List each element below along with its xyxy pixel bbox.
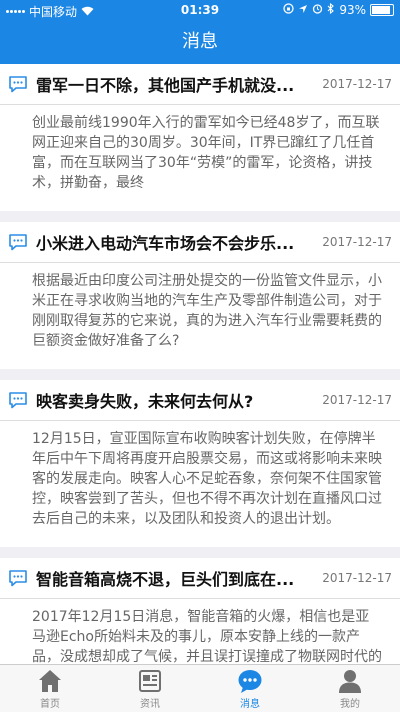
message-card[interactable]: 智能音箱高烧不退，巨头们到底在... 2017-12-17 2017年12月15… [0, 558, 400, 664]
message-date: 2017-12-17 [322, 235, 392, 249]
chat-icon [238, 669, 262, 693]
message-summary: 根据最近由印度公司注册处提交的一份监管文件显示，小米正在寻求收购当地的汽车生产及… [32, 273, 382, 349]
person-icon [339, 669, 361, 693]
page-title: 消息 [182, 31, 218, 52]
message-title: 映客卖身失败，未来何去何从? [36, 392, 254, 411]
battery-icon [370, 4, 394, 16]
message-icon [9, 76, 27, 93]
tab-label: 资讯 [140, 698, 160, 710]
alarm-icon [312, 3, 323, 17]
message-card-header: 智能音箱高烧不退，巨头们到底在... 2017-12-17 [0, 558, 400, 599]
message-title: 小米进入电动汽车市场会不会步乐... [36, 234, 295, 253]
tab-me[interactable]: 我的 [300, 665, 400, 712]
message-icon [9, 234, 27, 251]
message-summary: 2017年12月15日消息，智能音箱的火爆，相信也是亚马逊Echo所始料未及的事… [32, 609, 382, 664]
tab-label: 我的 [340, 698, 360, 710]
tab-news[interactable]: 资讯 [100, 665, 200, 712]
message-card-header: 映客卖身失败，未来何去何从? 2017-12-17 [0, 380, 400, 421]
message-summary: 12月15日，宣亚国际宣布收购映客计划失败，在停牌半年后中午下周将再度开启股票交… [32, 431, 382, 527]
tab-home[interactable]: 首页 [0, 665, 100, 712]
tab-messages[interactable]: 消息 [200, 665, 300, 712]
navigation-bar: 消息 [0, 20, 400, 64]
bluetooth-icon [327, 2, 335, 17]
message-date: 2017-12-17 [322, 77, 392, 91]
tab-bar: 首页 资讯 消息 我的 [0, 664, 400, 712]
message-date: 2017-12-17 [322, 393, 392, 407]
message-card-header: 雷军一日不除，其他国产手机就没... 2017-12-17 [0, 64, 400, 105]
news-icon [139, 669, 161, 692]
location-icon [298, 3, 308, 17]
message-card-header: 小米进入电动汽车市场会不会步乐... 2017-12-17 [0, 222, 400, 263]
message-summary: 创业最前线1990年入行的雷军如今已经48岁了，而互联网正迎来自己的30周岁。3… [32, 115, 380, 191]
message-date: 2017-12-17 [322, 571, 392, 585]
message-list[interactable]: 雷军一日不除，其他国产手机就没... 2017-12-17 创业最前线1990年… [0, 64, 400, 664]
status-bar: 中国移动 01:39 93% [0, 0, 400, 20]
message-title: 智能音箱高烧不退，巨头们到底在... [36, 570, 295, 589]
tab-label: 消息 [240, 698, 260, 710]
tab-label: 首页 [40, 698, 60, 710]
status-right: 93% [283, 2, 394, 17]
message-card[interactable]: 小米进入电动汽车市场会不会步乐... 2017-12-17 根据最近由印度公司注… [0, 222, 400, 369]
message-card[interactable]: 映客卖身失败，未来何去何从? 2017-12-17 12月15日，宣亚国际宣布收… [0, 380, 400, 547]
message-icon [9, 392, 27, 409]
lock-rotation-icon [283, 3, 294, 17]
message-title: 雷军一日不除，其他国产手机就没... [36, 76, 295, 95]
message-card[interactable]: 雷军一日不除，其他国产手机就没... 2017-12-17 创业最前线1990年… [0, 64, 400, 211]
home-icon [39, 669, 61, 692]
message-icon [9, 570, 27, 587]
battery-percent: 93% [339, 3, 366, 17]
